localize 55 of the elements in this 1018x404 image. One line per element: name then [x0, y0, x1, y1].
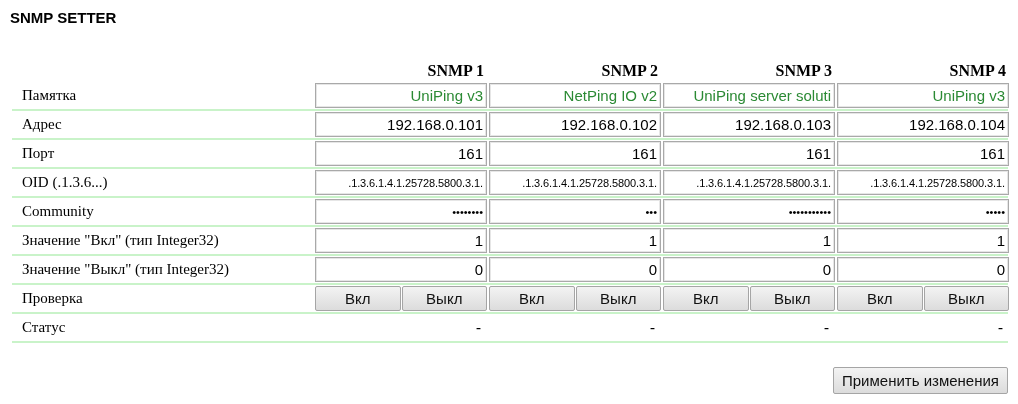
column-header: SNMP 2: [600, 62, 659, 80]
row-label: Порт: [21, 145, 55, 162]
test-button[interactable]: Вкл: [663, 286, 749, 311]
input-field[interactable]: 161: [315, 141, 487, 166]
input-field[interactable]: 192.168.0.104: [837, 112, 1009, 137]
test-button[interactable]: Выкл: [749, 286, 835, 311]
row-label: Адрес: [21, 116, 62, 133]
status-value: -: [824, 319, 830, 336]
test-button[interactable]: Вкл: [315, 286, 401, 311]
input-field[interactable]: 0: [315, 257, 487, 282]
column-header: SNMP 3: [774, 62, 833, 80]
row-label: Значение "Вкл" (тип Integer32): [21, 232, 219, 249]
password-field[interactable]: •••••: [837, 199, 1009, 224]
input-field[interactable]: .1.3.6.1.4.1.25728.5800.3.1.: [837, 170, 1009, 195]
password-field[interactable]: •••: [489, 199, 661, 224]
status-value: -: [998, 319, 1004, 336]
input-field[interactable]: 192.168.0.101: [315, 112, 487, 137]
test-button[interactable]: Выкл: [401, 286, 487, 311]
input-field[interactable]: .1.3.6.1.4.1.25728.5800.3.1.: [315, 170, 487, 195]
input-field[interactable]: UniPing server soluti: [663, 83, 835, 108]
row-label: Проверка: [21, 290, 83, 307]
input-field[interactable]: 161: [663, 141, 835, 166]
input-field[interactable]: 161: [489, 141, 661, 166]
test-button[interactable]: Вкл: [489, 286, 575, 311]
input-field[interactable]: 1: [663, 228, 835, 253]
column-header: SNMP 4: [948, 62, 1007, 80]
input-field[interactable]: UniPing v3: [315, 83, 487, 108]
input-field[interactable]: .1.3.6.1.4.1.25728.5800.3.1.: [489, 170, 661, 195]
row-label: Памятка: [21, 87, 77, 104]
input-field[interactable]: NetPing IO v2: [489, 83, 661, 108]
test-button[interactable]: Выкл: [923, 286, 1009, 311]
row-label: Значение "Выкл" (тип Integer32): [21, 261, 229, 278]
test-button[interactable]: Выкл: [575, 286, 661, 311]
row-label: OID (.1.3.6...): [21, 174, 108, 191]
apply-button[interactable]: Применить изменения: [833, 367, 1008, 394]
input-field[interactable]: 161: [837, 141, 1009, 166]
row-label: Статус: [21, 319, 66, 336]
password-field[interactable]: ••••••••: [315, 199, 487, 224]
column-header: SNMP 1: [426, 62, 485, 80]
input-field[interactable]: UniPing v3: [837, 83, 1009, 108]
input-field[interactable]: .1.3.6.1.4.1.25728.5800.3.1.: [663, 170, 835, 195]
status-value: -: [476, 319, 482, 336]
input-field[interactable]: 0: [489, 257, 661, 282]
row-label: Community: [21, 203, 94, 220]
password-field[interactable]: •••••••••••: [663, 199, 835, 224]
input-field[interactable]: 1: [489, 228, 661, 253]
test-button[interactable]: Вкл: [837, 286, 923, 311]
status-value: -: [650, 319, 656, 336]
input-field[interactable]: 1: [315, 228, 487, 253]
input-field[interactable]: 0: [837, 257, 1009, 282]
input-field[interactable]: 1: [837, 228, 1009, 253]
page-title: SNMP SETTER: [10, 9, 117, 26]
input-field[interactable]: 0: [663, 257, 835, 282]
input-field[interactable]: 192.168.0.102: [489, 112, 661, 137]
input-field[interactable]: 192.168.0.103: [663, 112, 835, 137]
